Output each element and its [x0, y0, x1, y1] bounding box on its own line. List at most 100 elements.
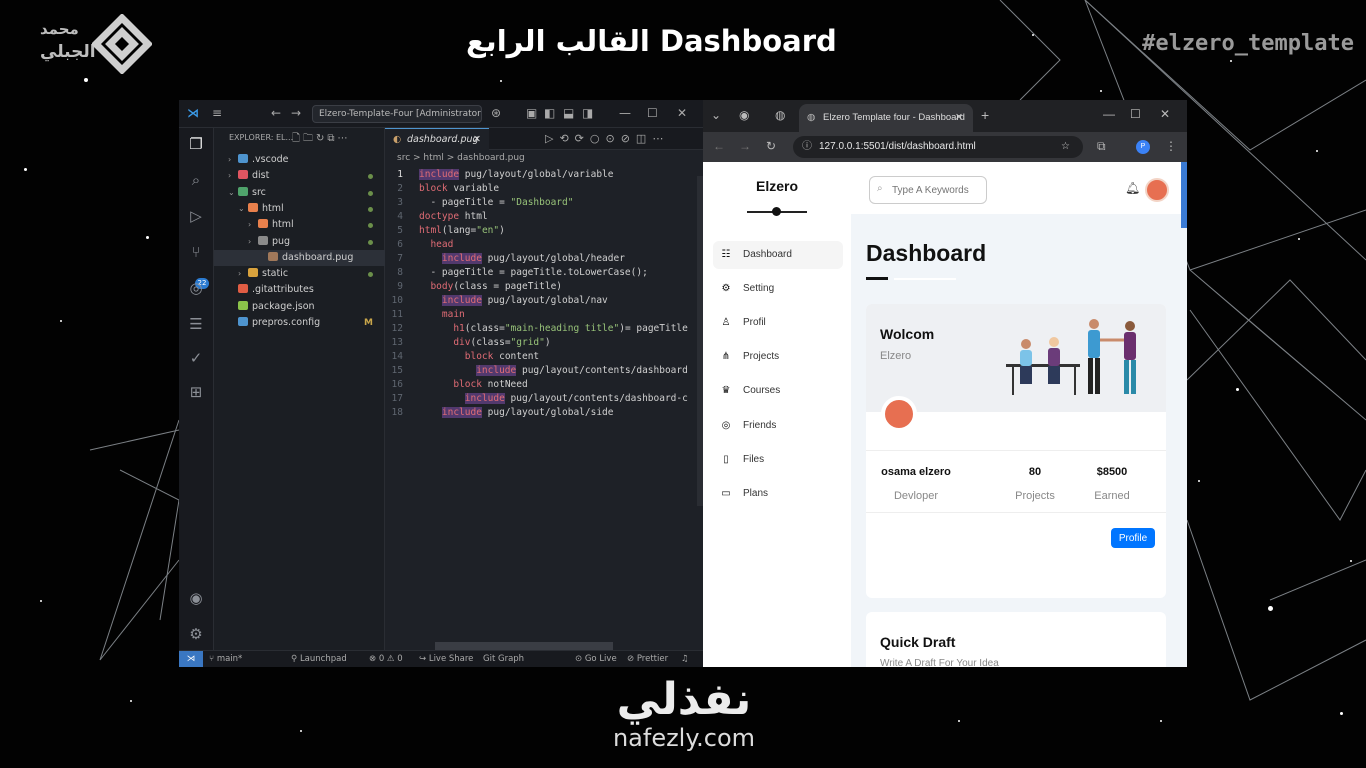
nav-item-plans[interactable]: ▭ Plans	[713, 480, 843, 508]
nav-item-courses[interactable]: ♛ Courses	[713, 377, 843, 405]
tree-item[interactable]: › html	[214, 217, 385, 233]
tree-item[interactable]: ⌄ html	[214, 201, 385, 217]
tree-item[interactable]: prepros.config M	[214, 315, 385, 331]
explorer-actions[interactable]: 🗋🗀↻⧉⋯	[292, 131, 351, 148]
browser-menu-icon[interactable]: ⋮	[1165, 139, 1177, 153]
account-icon[interactable]: ◉	[186, 588, 206, 608]
tab-close-icon[interactable]: ✕	[955, 104, 963, 132]
code-line[interactable]: 12 h1(class="main-heading title")= pageT…	[385, 322, 703, 336]
remote-indicator-icon[interactable]: ⋊	[179, 651, 203, 667]
branch-status[interactable]: ⑂ main*	[209, 651, 242, 667]
forward-arrow-icon[interactable]: →	[291, 106, 301, 120]
code-line[interactable]: 18 include pug/layout/global/side	[385, 406, 703, 420]
command-center-search[interactable]: Elzero-Template-Four [Administrator]	[312, 105, 482, 123]
extensions-puzzle-icon[interactable]: ⧉	[1097, 139, 1106, 154]
new-tab-icon[interactable]: +	[981, 107, 989, 123]
browser-tab-active[interactable]: ◍ Elzero Template four - Dashboard ✕	[799, 104, 973, 132]
toggle-panel-icon[interactable]: ⬓	[563, 106, 574, 120]
git-graph-status[interactable]: Git Graph	[483, 651, 524, 667]
tree-item[interactable]: › pug	[214, 234, 385, 250]
nav-item-profil[interactable]: ♙ Profil	[713, 309, 843, 337]
code-line[interactable]: 6 head	[385, 238, 703, 252]
tree-item[interactable]: package.json	[214, 299, 385, 315]
code-line[interactable]: 11 main	[385, 308, 703, 322]
explorer-icon[interactable]: ❐	[186, 134, 206, 154]
globe-icon[interactable]: ◍	[775, 108, 785, 122]
tree-item[interactable]: .gitattributes	[214, 282, 385, 298]
breadcrumb[interactable]: src > html > dashboard.pug	[397, 153, 525, 163]
notifications-icon[interactable]: ♫	[681, 651, 689, 667]
tree-item[interactable]: › .vscode	[214, 152, 385, 168]
nav-item-dashboard[interactable]: ☷ Dashboard	[713, 241, 843, 269]
nav-item-files[interactable]: ▯ Files	[713, 446, 843, 474]
close-icon[interactable]: ✕	[1160, 107, 1170, 121]
launchpad-status[interactable]: ⚲ Launchpad	[291, 651, 347, 667]
testing-icon[interactable]: ✓	[186, 348, 206, 368]
tree-item[interactable]: ⌄ src	[214, 185, 385, 201]
database-icon[interactable]: ☰	[186, 314, 206, 334]
copilot-icon[interactable]: ⊛	[491, 106, 501, 120]
tree-item-label: dist	[252, 170, 270, 182]
back-arrow-icon[interactable]: ←	[271, 106, 281, 120]
horizontal-scrollbar[interactable]	[435, 642, 613, 650]
toggle-sidebar-icon[interactable]: ◧	[544, 106, 555, 120]
layout-icon[interactable]: ▣	[526, 106, 537, 120]
code-line[interactable]: 9 body(class = pageTitle)	[385, 280, 703, 294]
tree-item[interactable]: › dist	[214, 168, 385, 184]
prettier-status[interactable]: ⊘ Prettier	[627, 651, 668, 667]
user-avatar[interactable]	[1145, 178, 1169, 202]
address-bar[interactable]: ⓘ 127.0.0.1:5501/dist/dashboard.html ☆	[793, 136, 1083, 158]
back-arrow-icon[interactable]: ←	[713, 139, 725, 153]
tab-close-icon[interactable]: ✕	[473, 129, 481, 150]
live-share-status[interactable]: ↪ Live Share	[419, 651, 473, 667]
nav-item-setting[interactable]: ⚙ Setting	[713, 275, 843, 303]
bookmark-star-icon[interactable]: ☆	[1061, 136, 1070, 158]
tree-item[interactable]: › static	[214, 266, 385, 282]
close-icon[interactable]: ✕	[677, 106, 687, 120]
minimize-icon[interactable]: —	[1103, 107, 1115, 121]
code-line[interactable]: 7 include pug/layout/global/header	[385, 252, 703, 266]
problems-status[interactable]: ⊗ 0 ⚠ 0	[369, 651, 403, 667]
code-line[interactable]: 4 doctype html	[385, 210, 703, 224]
tab-dashboard-pug[interactable]: ◐ dashboard.pug ✕	[385, 128, 489, 150]
tab-search-icon[interactable]: ⌄	[711, 108, 721, 122]
line-number: 10	[391, 295, 403, 306]
toggle-secondary-icon[interactable]: ◨	[582, 106, 593, 120]
maximize-icon[interactable]: ☐	[647, 106, 658, 120]
nav-item-projects[interactable]: ⋔ Projects	[713, 343, 843, 371]
code-line[interactable]: 5 html(lang="en")	[385, 224, 703, 238]
code-line[interactable]: 1 include pug/layout/global/variable	[385, 168, 703, 182]
minimize-icon[interactable]: —	[619, 106, 631, 120]
extensions-icon[interactable]: ⊞	[186, 382, 206, 402]
maximize-icon[interactable]: ☐	[1130, 107, 1141, 121]
code-line[interactable]: 2 block variable	[385, 182, 703, 196]
forward-arrow-icon[interactable]: →	[739, 139, 751, 153]
profile-button[interactable]: Profile	[1111, 528, 1155, 548]
code-line[interactable]: 15 include pug/layout/contents/dashboard	[385, 364, 703, 378]
menu-icon[interactable]: ≡	[212, 106, 222, 120]
go-live-status[interactable]: ⊙ Go Live	[575, 651, 617, 667]
keyword-search-input[interactable]	[869, 176, 987, 204]
extension-icon[interactable]: ◉	[739, 108, 749, 122]
profile-avatar[interactable]: P	[1136, 140, 1150, 154]
editor-actions[interactable]: ▷⟲⟳○⊙⊘◫⋯	[545, 132, 669, 145]
code-line[interactable]: 17 include pug/layout/contents/dashboard…	[385, 392, 703, 406]
code-line[interactable]: 8 - pageTitle = pageTitle.toLowerCase();	[385, 266, 703, 280]
code-line[interactable]: 10 include pug/layout/global/nav	[385, 294, 703, 308]
source-control-icon[interactable]: ⑂	[186, 242, 206, 262]
page-scrollbar[interactable]	[1181, 162, 1187, 228]
reload-icon[interactable]: ↻	[766, 139, 776, 153]
remote-explorer-icon[interactable]: ◎	[186, 278, 206, 298]
run-debug-icon[interactable]: ▷	[186, 206, 206, 226]
quick-draft-card: Quick Draft Write A Draft For Your Idea	[866, 612, 1166, 667]
code-line[interactable]: 3 - pageTitle = "Dashboard"	[385, 196, 703, 210]
settings-gear-icon[interactable]: ⚙	[186, 624, 206, 644]
search-icon[interactable]: ⌕	[186, 170, 206, 190]
bell-icon[interactable]: 🔔︎	[1125, 181, 1140, 195]
tree-item[interactable]: dashboard.pug	[214, 249, 385, 266]
code-line[interactable]: 14 block content	[385, 350, 703, 364]
code-line[interactable]: 16 block notNeed	[385, 378, 703, 392]
code-line[interactable]: 13 div(class="grid")	[385, 336, 703, 350]
site-info-icon[interactable]: ⓘ	[802, 136, 812, 158]
nav-item-friends[interactable]: ◎ Friends	[713, 412, 843, 440]
